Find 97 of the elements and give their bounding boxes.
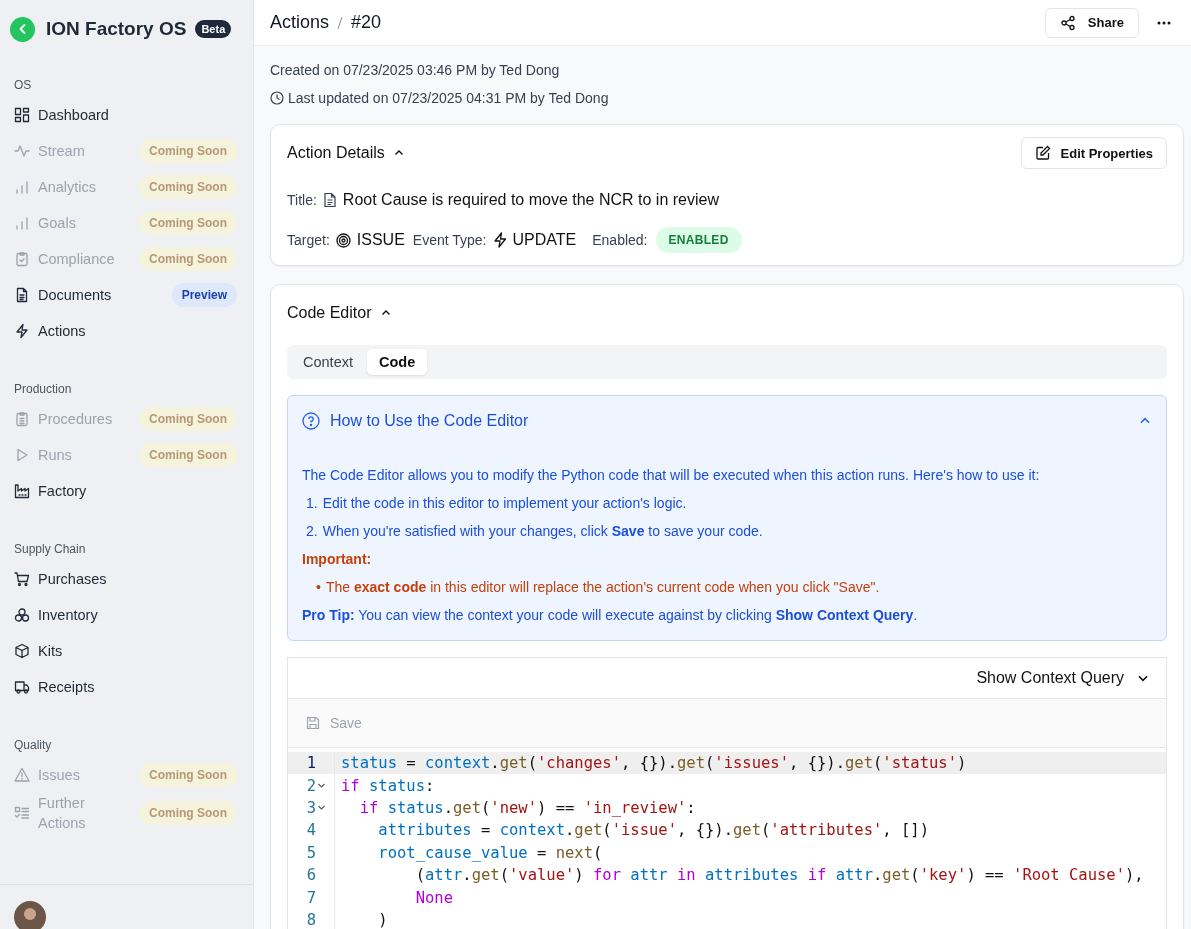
- section-toggle[interactable]: Code Editor: [287, 304, 392, 322]
- bolt-icon: [14, 323, 30, 339]
- field-value: Root Cause is required to move the NCR to in review: [342, 191, 719, 209]
- field-value: ISSUE: [356, 231, 405, 249]
- nav-item[interactable]: Receipts: [14, 669, 237, 705]
- line-number: 2: [306, 776, 316, 795]
- nav-item[interactable]: Purchases: [14, 561, 237, 597]
- field-label: Event Type:: [412, 232, 487, 248]
- nav-item[interactable]: Documents Preview: [14, 277, 237, 313]
- boxes-icon: [14, 607, 30, 623]
- code-line: root_cause_value = next(: [377, 843, 603, 862]
- edit-icon: [1034, 145, 1051, 161]
- edit-properties-button[interactable]: Edit Properties: [1020, 137, 1167, 169]
- section-title: Supply Chain: [14, 541, 87, 558]
- line-number: 7: [306, 888, 316, 907]
- share-icon: [1059, 14, 1076, 31]
- section-title: Quality: [14, 737, 53, 754]
- help-step: Edit the code in this editor to implement your action's logic.: [322, 494, 687, 512]
- help-text: The Code Editor allows you to modify the Python code that will be executed when this action runs. Here's how to use it:: [302, 466, 1041, 485]
- status-badge: Coming Soon: [139, 763, 237, 787]
- bars-icon: [14, 215, 30, 231]
- section-title: Production: [14, 381, 73, 398]
- package-icon: [14, 643, 30, 659]
- help-icon: [302, 412, 320, 430]
- document-icon: [322, 192, 337, 208]
- beta-badge: Beta: [195, 20, 232, 38]
- line-number: 8: [306, 910, 316, 929]
- nav-item[interactable]: Factory: [14, 473, 237, 509]
- status-badge: Coming Soon: [139, 247, 237, 271]
- code-line: if status:: [340, 776, 435, 795]
- cart-icon: [14, 571, 30, 587]
- document-icon: [14, 287, 30, 303]
- help-title: How to Use the Code Editor: [330, 412, 530, 430]
- avatar[interactable]: [14, 901, 46, 929]
- bolt-icon: [492, 232, 507, 248]
- save-icon: [306, 716, 320, 730]
- line-number: 3: [306, 798, 316, 817]
- warning-icon: [14, 767, 30, 783]
- grid-icon: [14, 107, 30, 123]
- section-title: OS: [14, 77, 33, 94]
- target-icon: [335, 232, 351, 248]
- show-context-query-button[interactable]: Show Context Query: [976, 669, 1150, 687]
- list-number: 2.: [306, 522, 318, 540]
- help-step: When you're satisfied with your changes, click Save to save your code.: [322, 522, 763, 540]
- fold-icon[interactable]: [317, 803, 326, 813]
- tab[interactable]: Code: [367, 349, 428, 375]
- line-number: 6: [306, 866, 316, 885]
- more-icon: [1157, 20, 1171, 25]
- section-toggle[interactable]: Action Details: [287, 144, 405, 162]
- status-badge: Preview: [171, 283, 237, 307]
- line-number: 4: [306, 821, 316, 840]
- nav-item[interactable]: Inventory: [14, 597, 237, 633]
- tab[interactable]: Context: [291, 349, 365, 375]
- bars-icon: [14, 179, 30, 195]
- pulse-icon: [14, 143, 30, 159]
- share-button[interactable]: Share: [1044, 7, 1139, 38]
- nav-item[interactable]: Actions: [14, 313, 237, 349]
- truck-icon: [14, 679, 30, 695]
- list-number: 1.: [306, 494, 318, 512]
- updated-info: Last updated on 07/23/2025 04:31 PM by Ted Dong: [288, 89, 609, 108]
- field-label: Target:: [287, 232, 330, 248]
- created-info: Created on 07/23/2025 03:46 PM by Ted Dong: [270, 61, 561, 80]
- app-name: ION Factory OS: [46, 18, 187, 40]
- code-line: status = context.get('changes', {}).get('issues', {}).get('status'): [340, 754, 967, 773]
- fold-icon[interactable]: [317, 781, 326, 791]
- status-badge: Coming Soon: [139, 175, 237, 199]
- field-value: UPDATE: [512, 231, 577, 249]
- breadcrumb-link[interactable]: Actions: [270, 12, 330, 33]
- factory-icon: [14, 483, 30, 499]
- separator-icon: [335, 14, 346, 31]
- clipboard-list-icon: [14, 411, 30, 427]
- play-icon: [14, 447, 30, 463]
- status-badge: Coming Soon: [139, 801, 237, 825]
- nav-item[interactable]: Dashboard: [14, 97, 237, 133]
- status-badge: ENABLED: [655, 227, 742, 253]
- line-number: 1: [306, 754, 316, 773]
- code-line: attributes = context.get('issue', {}).get('attributes', []): [377, 821, 929, 840]
- status-badge: Coming Soon: [139, 139, 237, 163]
- code-line: None: [414, 888, 453, 907]
- field-label: Title:: [287, 192, 317, 208]
- bullet: •: [316, 578, 321, 596]
- line-number: 5: [306, 843, 316, 862]
- code-line: (attr.get('value') for attr in attributes if attr.get('key') == 'Root Cause'),: [414, 866, 1144, 885]
- code-line: ): [377, 910, 388, 929]
- warning-text: The exact code in this editor will replace the action's current code when you click "Save".: [325, 578, 880, 596]
- clock-icon: [270, 91, 284, 105]
- important-label: Important:: [302, 550, 373, 569]
- field-label: Enabled:: [592, 232, 648, 248]
- status-badge: Coming Soon: [139, 407, 237, 431]
- clipboard-check-icon: [14, 251, 30, 267]
- page-title: #20: [351, 12, 382, 33]
- status-badge: Coming Soon: [139, 443, 237, 467]
- nav-item[interactable]: Kits: [14, 633, 237, 669]
- status-badge: Coming Soon: [139, 211, 237, 235]
- code-line: if status.get('new') == 'in_review':: [358, 798, 696, 817]
- pro-tip: Pro Tip: You can view the context your code will execute against by clicking Show Context Query.: [302, 606, 919, 625]
- checklist-icon: [14, 805, 30, 821]
